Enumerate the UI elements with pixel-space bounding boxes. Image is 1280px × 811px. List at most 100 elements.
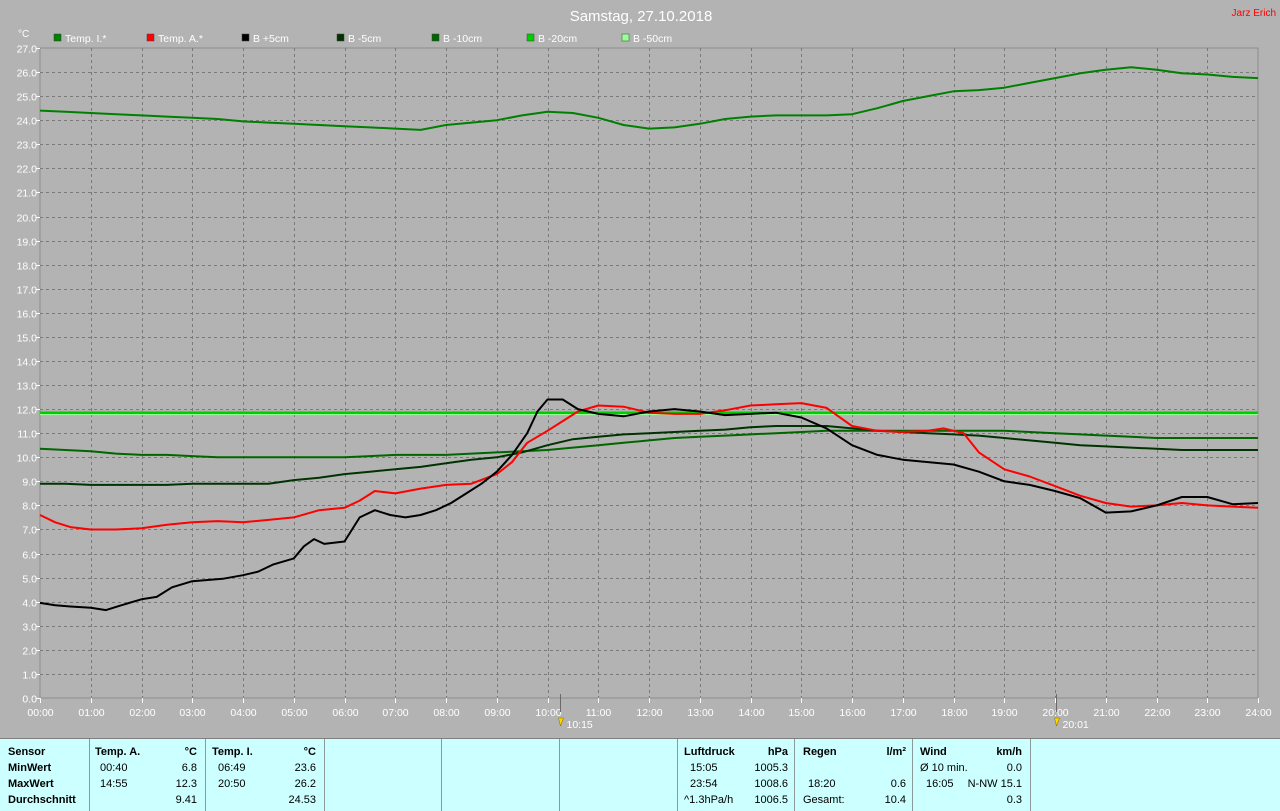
wind-avg-value: 0.0 <box>1006 762 1022 774</box>
x-tick-label: 15:00 <box>788 707 814 719</box>
legend-swatch <box>53 33 62 42</box>
temperature-chart: Samstag, 27.10.2018 Jarz Erich °C Temp. … <box>17 8 1276 731</box>
y-tick-label: 5.0 <box>22 574 37 586</box>
rain-max-time: 18:20 <box>808 778 836 790</box>
temp-a-min-value: 6.8 <box>181 762 197 774</box>
y-tick-label: 13.0 <box>17 381 38 393</box>
y-tick-label: 21.0 <box>17 188 38 200</box>
temp-i-header: Temp. I. <box>212 746 253 758</box>
y-tick-label: 27.0 <box>17 44 38 56</box>
pressure-min-time: 15:05 <box>690 762 718 774</box>
avg-row-label: Durchschnitt <box>8 794 76 806</box>
empty-column-3 <box>560 739 678 811</box>
rain-unit: l/m² <box>886 746 906 758</box>
pressure-max-time: 23:54 <box>690 778 718 790</box>
temp-a-max-value: 12.3 <box>175 778 197 790</box>
legend-swatch <box>526 33 535 42</box>
y-tick-label: 2.0 <box>22 646 37 658</box>
rain-max-value: 0.6 <box>890 778 906 790</box>
y-tick-label: 19.0 <box>17 237 38 249</box>
x-tick-label: 09:00 <box>484 707 510 719</box>
wind-avg-label: Ø 10 min. <box>920 762 968 774</box>
sensor-header: Sensor <box>8 746 46 758</box>
lightning-icon <box>558 717 564 727</box>
x-tick-label: 24:00 <box>1245 707 1271 719</box>
temp-i-column: Temp. I. °C 06:49 23.6 20:50 26.2 24.53 <box>206 739 325 811</box>
wind-header: Wind <box>920 746 947 758</box>
temp-a-header: Temp. A. <box>95 746 141 758</box>
lightning-icon <box>1054 717 1060 727</box>
temp-a-unit: °C <box>184 746 197 758</box>
legend-label: Temp. A.* <box>158 33 203 45</box>
rain-header: Regen <box>803 746 837 758</box>
y-tick-label: 6.0 <box>22 550 37 562</box>
wind-unit: km/h <box>996 746 1022 758</box>
x-tick-label: 21:00 <box>1093 707 1119 719</box>
y-tick-label: 10.0 <box>17 453 38 465</box>
temp-i-min-value: 23.6 <box>294 762 316 774</box>
y-tick-label: 11.0 <box>17 429 37 441</box>
event-label: 10:15 <box>567 719 593 731</box>
y-tick-label: 17.0 <box>17 285 38 297</box>
pressure-header: Luftdruck <box>684 746 735 758</box>
x-tick-label: 12:00 <box>636 707 662 719</box>
legend-label: B +5cm <box>253 33 289 45</box>
legend-label: B -5cm <box>348 33 382 45</box>
legend-swatch <box>621 33 630 42</box>
temp-a-column: Temp. A. °C 00:40 6.8 14:55 12.3 9.41 <box>90 739 206 811</box>
wind-mean-value: 0.3 <box>1006 794 1022 806</box>
rain-total-value: 10.4 <box>884 794 906 806</box>
x-tick-label: 22:00 <box>1144 707 1170 719</box>
y-tick-label: 22.0 <box>17 164 38 176</box>
y-tick-label: 23.0 <box>17 140 38 152</box>
y-tick-label: 24.0 <box>17 116 38 128</box>
y-tick-label: 18.0 <box>17 261 38 273</box>
wind-max-time: 16:05 <box>926 778 954 790</box>
legend-swatch <box>431 33 440 42</box>
x-tick-label: 05:00 <box>281 707 307 719</box>
x-axis: 00:00 01:00 02:00 03:00 04:00 05:00 06:00 07:00… <box>27 698 1272 719</box>
temp-a-max-time: 14:55 <box>100 778 128 790</box>
x-tick-label: 23:00 <box>1194 707 1220 719</box>
x-tick-label: 11:00 <box>586 707 612 719</box>
temp-i-average: 24.53 <box>288 794 316 806</box>
author-label: Jarz Erich <box>1232 8 1276 19</box>
pressure-column: Luftdruck hPa 15:05 1005.3 23:54 1008.6 … <box>678 739 795 811</box>
y-tick-label: 0.0 <box>22 694 37 706</box>
empty-column-1 <box>325 739 442 811</box>
rain-total-label: Gesamt: <box>803 794 845 806</box>
y-tick-label: 14.0 <box>17 357 38 369</box>
y-axis: 0.0 1.0 2.0 3.0 4.0 5.0 6.0 7.0 8.0 9.0 10.0 11.0 12… <box>17 44 40 706</box>
pressure-unit: hPa <box>767 746 788 758</box>
y-tick-label: 20.0 <box>17 213 38 225</box>
pressure-min-value: 1005.3 <box>754 762 788 774</box>
wind-column: Wind km/h Ø 10 min. 0.0 16:05 N-NW 15.1 … <box>913 739 1031 811</box>
stats-table: Sensor MinWert MaxWert Durchschnitt Temp… <box>0 738 1280 811</box>
y-tick-label: 4.0 <box>22 598 37 610</box>
temp-i-max-time: 20:50 <box>218 778 246 790</box>
x-tick-label: 00:00 <box>27 707 53 719</box>
sensor-column: Sensor MinWert MaxWert Durchschnitt <box>0 739 90 811</box>
x-tick-label: 03:00 <box>179 707 205 719</box>
pressure-trend-value: 1006.5 <box>754 794 788 806</box>
legend-swatch <box>336 33 345 42</box>
legend-label: B -50cm <box>633 33 672 45</box>
temp-a-average: 9.41 <box>175 794 197 806</box>
temp-i-max-value: 26.2 <box>294 778 316 790</box>
y-tick-label: 15.0 <box>17 333 38 345</box>
temp-i-unit: °C <box>303 746 316 758</box>
y-tick-label: 16.0 <box>17 309 38 321</box>
legend-swatch <box>146 33 155 42</box>
temp-a-min-time: 00:40 <box>100 762 128 774</box>
wind-max-value: N-NW 15.1 <box>967 778 1022 790</box>
x-tick-label: 17:00 <box>890 707 916 719</box>
y-tick-label: 9.0 <box>22 477 37 489</box>
x-tick-label: 10:00 <box>535 707 561 719</box>
rain-column: Regen l/m² 18:20 0.6 Gesamt: 10.4 <box>795 739 913 811</box>
pressure-trend-label: ^1.3hPa/h <box>684 794 734 806</box>
event-label: 20:01 <box>1063 719 1089 731</box>
x-tick-label: 01:00 <box>78 707 104 719</box>
x-tick-label: 19:00 <box>991 707 1017 719</box>
x-tick-label: 06:00 <box>332 707 358 719</box>
x-tick-label: 16:00 <box>839 707 865 719</box>
